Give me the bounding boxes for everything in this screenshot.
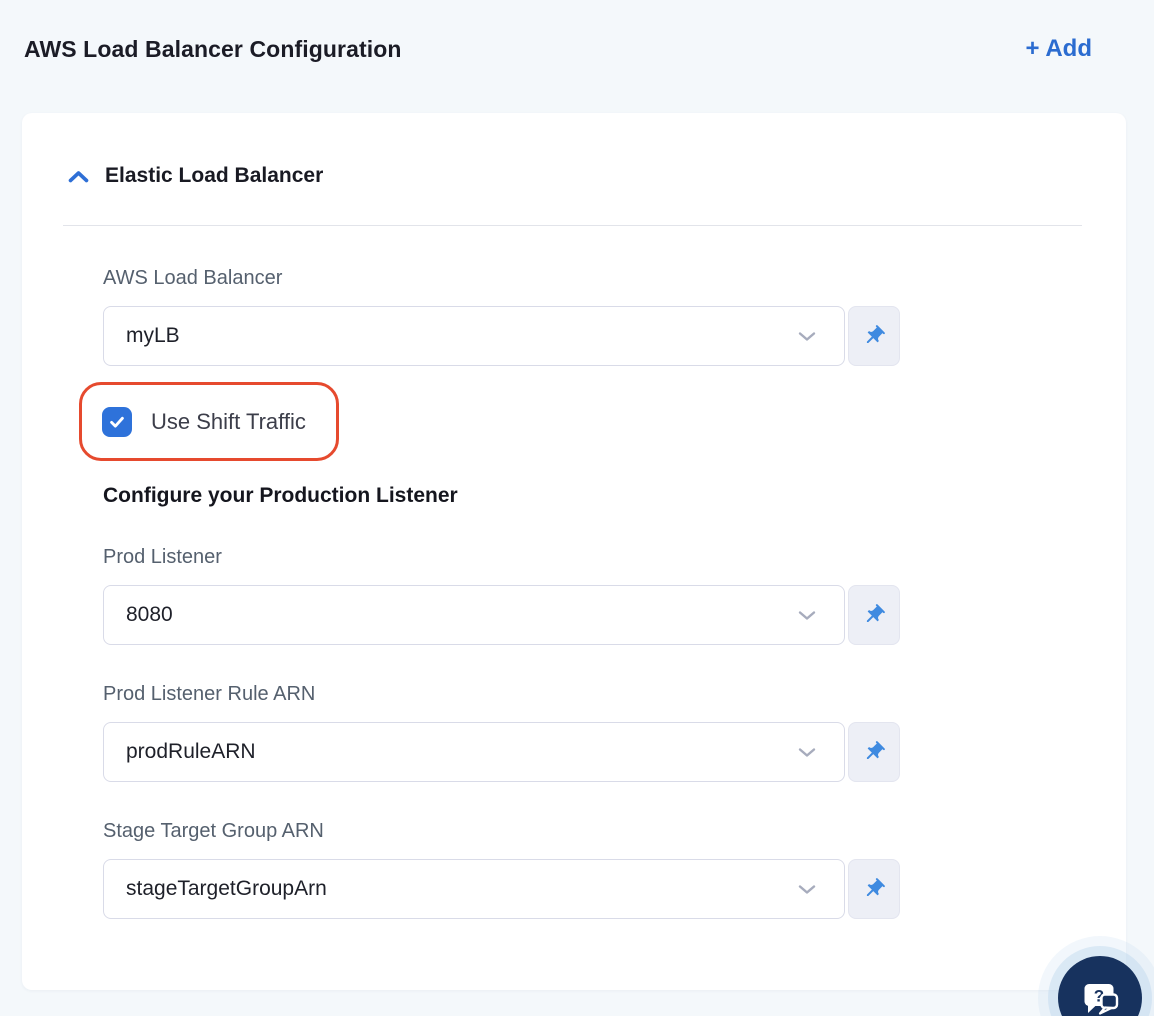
select-value: stageTargetGroupArn [126, 877, 327, 900]
checkmark-icon [107, 412, 127, 432]
select-value: myLB [126, 324, 180, 347]
section-title: Elastic Load Balancer [105, 164, 324, 187]
aws-load-balancer-label: AWS Load Balancer [103, 267, 283, 289]
chevron-down-icon [798, 747, 816, 758]
pin-button[interactable] [848, 585, 900, 645]
stage-target-group-arn-field: stageTargetGroupArn [103, 859, 900, 919]
elb-config-panel: Elastic Load Balancer AWS Load Balancer … [22, 113, 1126, 990]
help-chat-icon: ? [1077, 975, 1123, 1016]
select-value: prodRuleARN [126, 740, 256, 763]
pin-button[interactable] [848, 722, 900, 782]
page: { "header": { "title": "AWS Load Balance… [0, 0, 1154, 1016]
pin-button[interactable] [848, 859, 900, 919]
section-header-elastic-load-balancer[interactable]: Elastic Load Balancer [68, 162, 1082, 190]
use-shift-traffic-checkbox[interactable] [102, 406, 132, 437]
chevron-up-icon[interactable] [68, 170, 89, 183]
production-listener-subheading: Configure your Production Listener [103, 484, 458, 507]
page-header: AWS Load Balancer Configuration + Add [0, 0, 1154, 63]
prod-listener-field: 8080 [103, 585, 900, 645]
elb-form: AWS Load Balancer myLB Use Shift Traffic… [79, 267, 900, 919]
pin-icon [862, 603, 886, 627]
chevron-down-icon [798, 331, 816, 342]
pin-icon [862, 877, 886, 901]
stage-target-group-arn-select[interactable]: stageTargetGroupArn [103, 859, 845, 919]
pin-icon [862, 740, 886, 764]
aws-load-balancer-select[interactable]: myLB [103, 306, 845, 366]
page-title: AWS Load Balancer Configuration [24, 36, 402, 62]
prod-listener-rule-arn-field: prodRuleARN [103, 722, 900, 782]
use-shift-traffic-label: Use Shift Traffic [151, 408, 306, 434]
pin-button[interactable] [848, 306, 900, 366]
prod-listener-rule-arn-label: Prod Listener Rule ARN [103, 683, 316, 705]
prod-listener-rule-arn-select[interactable]: prodRuleARN [103, 722, 845, 782]
prod-listener-select[interactable]: 8080 [103, 585, 845, 645]
chevron-down-icon [798, 884, 816, 895]
select-value: 8080 [126, 603, 173, 626]
add-button[interactable]: + Add [1026, 35, 1092, 62]
aws-load-balancer-field: myLB [103, 306, 900, 366]
divider [63, 225, 1082, 226]
pin-icon [862, 324, 886, 348]
chevron-down-icon [798, 610, 816, 621]
annotation-highlight: Use Shift Traffic [79, 382, 339, 461]
stage-target-group-arn-label: Stage Target Group ARN [103, 820, 324, 842]
prod-listener-label: Prod Listener [103, 546, 222, 568]
